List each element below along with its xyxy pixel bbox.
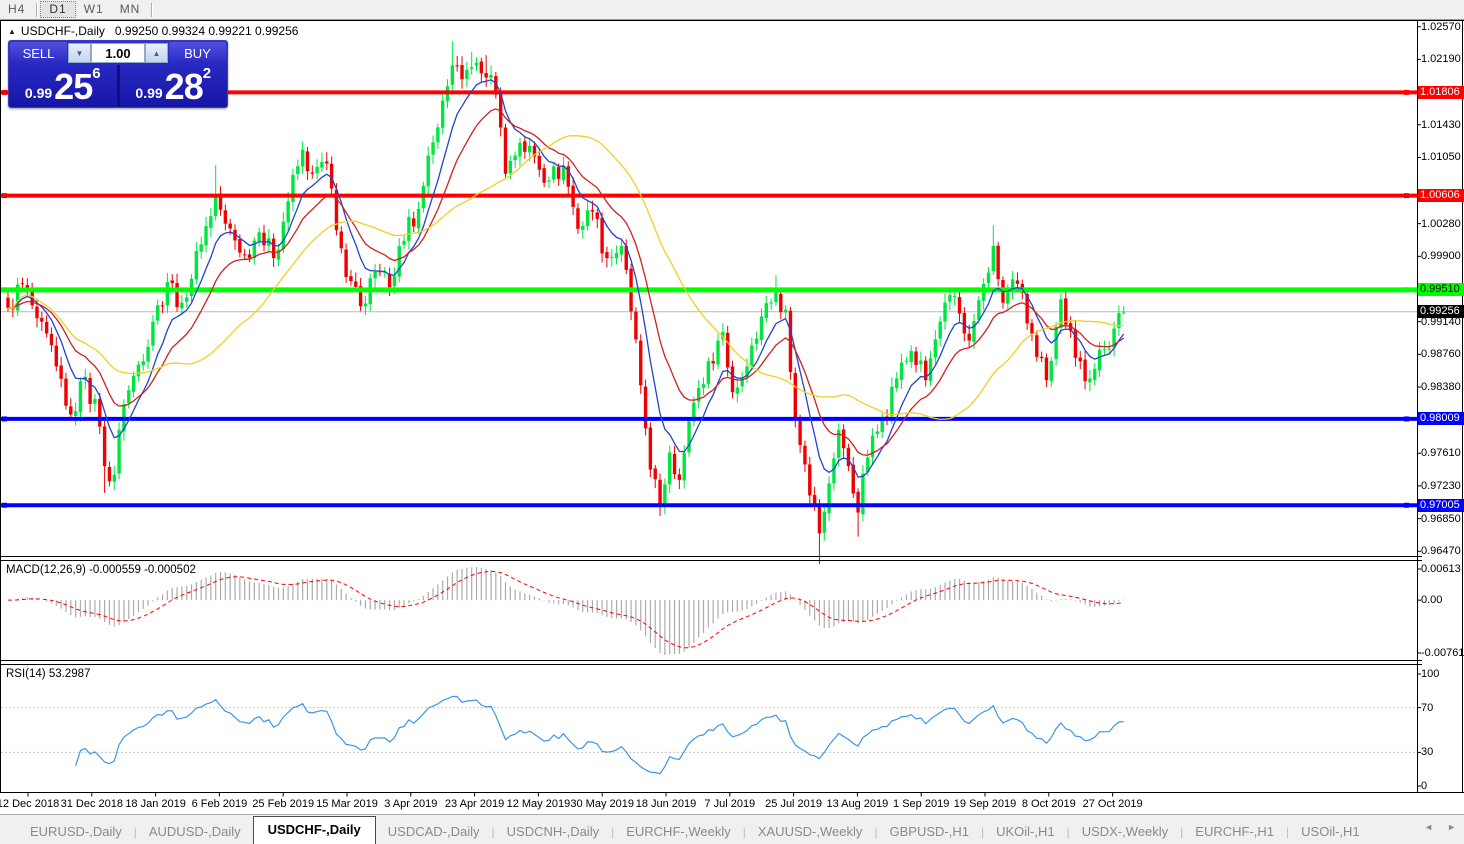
- tab-scroll-right-icon[interactable]: ►: [1447, 822, 1456, 832]
- buy-price-prefix: 0.99: [135, 83, 162, 103]
- date-label: 8 Oct 2019: [1022, 798, 1076, 810]
- tab-ukoil-h1[interactable]: UKOil-,H1: [984, 819, 1067, 844]
- sell-button[interactable]: SELL: [10, 42, 67, 64]
- date-label: 3 Apr 2019: [384, 798, 437, 810]
- price-axis-label: 1.01050: [1421, 151, 1461, 163]
- macd-axis-label: 0.00613: [1421, 563, 1461, 575]
- date-label: 13 Aug 2019: [826, 798, 888, 810]
- price-chart-canvas[interactable]: [0, 0, 1464, 844]
- tab-eurusd-daily[interactable]: EURUSD-,Daily: [18, 819, 134, 844]
- price-axis-label: 0.97230: [1421, 480, 1461, 492]
- volume-input[interactable]: 1.00: [91, 43, 145, 63]
- tab-usdcad-daily[interactable]: USDCAD-,Daily: [376, 819, 492, 844]
- price-level-label: 0.98009: [1418, 412, 1464, 425]
- tab-usoil-h1[interactable]: USOil-,H1: [1289, 819, 1372, 844]
- date-label: 12 Dec 2018: [0, 798, 59, 810]
- price-axis-label: 1.00280: [1421, 218, 1461, 230]
- price-level-label: 0.97005: [1418, 499, 1464, 512]
- date-label: 18 Jan 2019: [125, 798, 186, 810]
- date-label: 27 Oct 2019: [1083, 798, 1143, 810]
- macd-axis-label: 0.00: [1421, 594, 1442, 606]
- tab-eurchf-h1[interactable]: EURCHF-,H1: [1183, 819, 1286, 844]
- date-label: 30 May 2019: [570, 798, 634, 810]
- buy-button[interactable]: BUY: [169, 42, 226, 64]
- date-label: 25 Jul 2019: [765, 798, 822, 810]
- sell-price[interactable]: 0.99 25 6: [9, 65, 117, 107]
- chart-symbol-title: USDCHF-,Daily: [21, 24, 105, 38]
- one-click-trading-panel: SELL ▼ 1.00 ▲ BUY 0.99 25 6 0.99 28 2: [8, 40, 228, 108]
- tab-gbpusd-h1[interactable]: GBPUSD-,H1: [877, 819, 980, 844]
- tab-audusd-daily[interactable]: AUDUSD-,Daily: [137, 819, 253, 844]
- price-axis-label: 1.02570: [1421, 21, 1461, 33]
- arrow-down-icon: ▼: [76, 49, 84, 58]
- collapse-panel-icon[interactable]: ▲: [8, 27, 16, 36]
- macd-signal-line: [8, 571, 1124, 647]
- candles: [6, 41, 1125, 564]
- macd-histogram: [8, 567, 1124, 655]
- current-price-label: 0.99256: [1418, 305, 1464, 318]
- chart-title-bar: ▲ USDCHF-,Daily 0.99250 0.99324 0.99221 0.…: [8, 24, 298, 38]
- price-axis-label: 0.99900: [1421, 250, 1461, 262]
- buy-price-main: 28: [165, 71, 203, 103]
- moving-average-mid: [8, 109, 1124, 455]
- sell-price-prefix: 0.99: [25, 83, 52, 103]
- price-axis-label: 0.97610: [1421, 447, 1461, 459]
- date-label: 25 Feb 2019: [252, 798, 314, 810]
- buy-price-pip: 2: [203, 68, 211, 80]
- chart-tab-bar: EURUSD-,Daily|AUDUSD-,DailyUSDCHF-,Daily…: [0, 814, 1464, 844]
- price-level-label: 1.00606: [1418, 189, 1464, 202]
- date-label: 15 Mar 2019: [316, 798, 378, 810]
- mt4-terminal: H4D1W1MN ▲USDCHF-,Daily0.99250 0.99324 0…: [0, 0, 1464, 844]
- price-axis-label: 0.98380: [1421, 381, 1461, 393]
- price-axis-label: 0.96470: [1421, 545, 1461, 557]
- date-label: 12 May 2019: [507, 798, 571, 810]
- date-label: 31 Dec 2018: [61, 798, 123, 810]
- volume-decrease-button[interactable]: ▼: [68, 43, 91, 63]
- date-label: 1 Sep 2019: [893, 798, 949, 810]
- tab-xauusd-weekly[interactable]: XAUUSD-,Weekly: [746, 819, 875, 844]
- volume-increase-button[interactable]: ▲: [145, 43, 168, 63]
- date-label: 18 Jun 2019: [636, 798, 697, 810]
- macd-axis-label: -0.007612: [1421, 647, 1464, 659]
- macd-indicator-label: MACD(12,26,9) -0.000559 -0.000502: [6, 564, 196, 576]
- trade-panel-controls: SELL ▼ 1.00 ▲ BUY: [9, 41, 227, 65]
- price-axis-label: 0.98760: [1421, 348, 1461, 360]
- price-level-label: 1.01806: [1418, 86, 1464, 99]
- rsi-indicator-label: RSI(14) 53.2987: [6, 668, 90, 680]
- rsi-axis-label: 100: [1421, 668, 1439, 680]
- rsi-axis-label: 30: [1421, 746, 1433, 758]
- price-axis-label: 1.01430: [1421, 119, 1461, 131]
- rsi-axis-label: 0: [1421, 780, 1427, 792]
- tab-eurchf-weekly[interactable]: EURCHF-,Weekly: [614, 819, 743, 844]
- tab-scroll-arrows: ◄ ►: [1424, 822, 1456, 832]
- tab-usdx-weekly[interactable]: USDX-,Weekly: [1070, 819, 1180, 844]
- price-axis-label: 0.96850: [1421, 513, 1461, 525]
- price-level-label: 0.99510: [1418, 283, 1464, 296]
- date-label: 6 Feb 2019: [192, 798, 248, 810]
- sell-price-main: 25: [54, 71, 92, 103]
- sell-price-pip: 6: [92, 68, 100, 80]
- rsi-axis-label: 70: [1421, 702, 1433, 714]
- tab-usdchf-daily[interactable]: USDCHF-,Daily: [253, 816, 376, 844]
- horizontal-level-lines[interactable]: [0, 90, 1417, 508]
- date-label: 7 Jul 2019: [704, 798, 755, 810]
- buy-price[interactable]: 0.99 28 2: [120, 65, 228, 107]
- trade-panel-prices: 0.99 25 6 0.99 28 2: [9, 65, 227, 107]
- date-label: 19 Sep 2019: [954, 798, 1016, 810]
- tab-scroll-left-icon[interactable]: ◄: [1424, 822, 1433, 832]
- price-axis-label: 1.02190: [1421, 53, 1461, 65]
- moving-average-slow: [8, 136, 1124, 420]
- tab-usdcnh-daily[interactable]: USDCNH-,Daily: [495, 819, 611, 844]
- date-label: 23 Apr 2019: [445, 798, 504, 810]
- ohlc-values: 0.99250 0.99324 0.99221 0.99256: [115, 24, 299, 38]
- arrow-up-icon: ▲: [153, 49, 161, 58]
